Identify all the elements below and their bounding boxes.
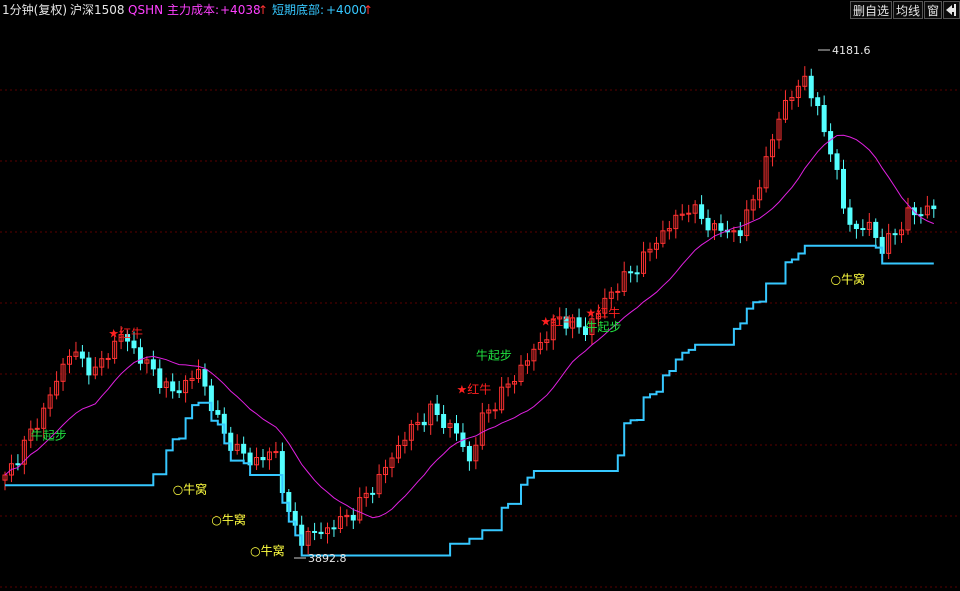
short-bottom-line — [5, 244, 934, 557]
candle-body — [170, 381, 176, 392]
candle-body — [202, 369, 208, 387]
candle-body — [918, 214, 924, 217]
candle-body — [821, 105, 827, 133]
candle-body — [15, 463, 21, 466]
candle-body — [705, 217, 711, 231]
candle-body — [834, 153, 840, 170]
candle-body — [853, 223, 859, 230]
candle-body — [737, 230, 743, 237]
candle-body — [718, 223, 724, 231]
candle-body — [828, 131, 834, 155]
candle-body — [686, 212, 692, 215]
signal-label-yellow: ○牛窝 — [173, 482, 207, 497]
candle-body — [79, 351, 85, 359]
candle-body — [808, 75, 814, 99]
signal-label-red: ★红牛 — [457, 382, 492, 397]
signal-label-green: 牛起步 — [586, 319, 622, 334]
candle-body — [492, 409, 498, 412]
candle-body — [815, 97, 821, 107]
candle-body — [86, 357, 92, 376]
candles — [2, 66, 937, 556]
candle-body — [150, 359, 156, 370]
candle-body — [137, 347, 143, 364]
candle-body — [260, 457, 266, 461]
candle-body — [215, 410, 221, 415]
grid-lines — [0, 89, 960, 588]
candle-body — [699, 204, 705, 219]
candle-body — [157, 368, 163, 389]
candle-body — [576, 317, 582, 328]
candle-body — [615, 290, 621, 293]
signal-label-red: ★红牛 — [540, 314, 575, 329]
candle-body — [454, 423, 459, 434]
candlestick-chart[interactable]: 4181.63892.8牛起步★红牛○牛窝○牛窝○牛窝★红牛牛起步★红牛★红牛牛… — [0, 0, 960, 591]
candle-body — [105, 357, 111, 360]
candle-body — [176, 390, 182, 394]
signal-label-yellow: ○牛窝 — [211, 512, 245, 527]
candle-body — [841, 168, 846, 209]
candle-body — [931, 205, 937, 210]
candle-body — [860, 228, 866, 231]
candle-body — [441, 414, 447, 428]
candle-body — [370, 492, 376, 495]
candle-body — [634, 272, 640, 275]
candle-body — [628, 271, 634, 274]
candle-body — [466, 445, 472, 462]
signal-label-green: 牛起步 — [476, 348, 512, 363]
candle-body — [273, 451, 279, 454]
signal-label-green: 牛起步 — [31, 427, 67, 442]
signal-label-yellow: ○牛窝 — [250, 543, 284, 558]
candle-body — [350, 514, 356, 521]
candle-body — [892, 233, 898, 236]
signal-label-red: ★红牛 — [108, 326, 143, 341]
candle-body — [873, 221, 879, 238]
candle-body — [331, 527, 337, 530]
candle-body — [312, 530, 318, 533]
high-price-label: 4181.6 — [832, 44, 871, 57]
low-price-label: 3892.8 — [308, 552, 347, 565]
candle-body — [318, 531, 324, 535]
signal-label-red: ★红牛 — [586, 305, 621, 320]
annotations: 4181.63892.8牛起步★红牛○牛窝○牛窝○牛窝★红牛牛起步★红牛★红牛牛… — [31, 44, 871, 565]
signal-label-yellow: ○牛窝 — [831, 271, 865, 286]
candle-body — [241, 443, 247, 454]
candle-body — [131, 340, 137, 349]
candle-body — [847, 207, 853, 225]
candle-body — [434, 403, 440, 416]
candle-body — [421, 421, 427, 426]
